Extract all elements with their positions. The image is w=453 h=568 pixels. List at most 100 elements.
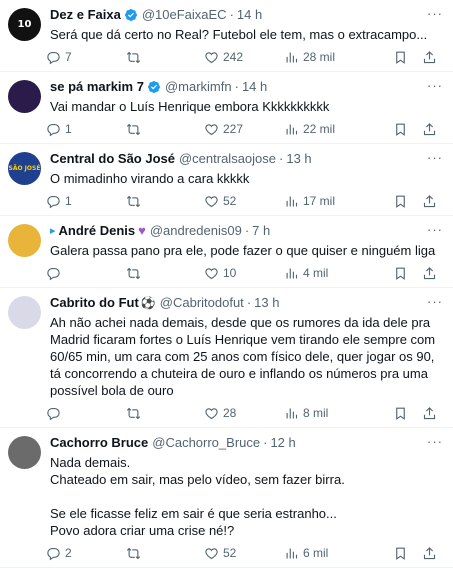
verified-badge-icon xyxy=(147,80,161,94)
author-name[interactable]: Central do São José xyxy=(50,150,175,168)
like-button[interactable]: 242 xyxy=(204,50,284,65)
share-icon[interactable] xyxy=(422,546,437,561)
like-button[interactable]: 28 xyxy=(204,406,284,421)
separator-dot: · xyxy=(229,7,234,22)
views-button[interactable]: 17 mil xyxy=(284,194,370,209)
action-bar-end xyxy=(393,194,437,209)
tweet[interactable]: se pá markim 7 @markimfn · 14 h ··· Vai … xyxy=(0,72,453,144)
author-handle[interactable]: @Cabritodofut xyxy=(160,294,244,312)
tweet[interactable]: Cabrito do Fut ⚽ @Cabritodofut · 13 h ··… xyxy=(0,288,453,428)
author-name[interactable]: André Denis xyxy=(59,222,136,240)
tweet-time[interactable]: 14 h xyxy=(237,6,262,24)
reply-count: 2 xyxy=(65,546,72,560)
tweet-time[interactable]: 13 h xyxy=(286,150,311,168)
tweet[interactable]: ▸ André Denis ♥ @andredenis09 · 7 h ··· G… xyxy=(0,216,453,288)
reply-icon xyxy=(47,123,60,136)
like-button[interactable]: 52 xyxy=(204,546,284,561)
like-count: 10 xyxy=(223,266,237,280)
tweet[interactable]: Cachorro Bruce @Cachorro_Bruce · 12 h ··… xyxy=(0,428,453,568)
more-icon[interactable]: ··· xyxy=(427,434,443,449)
author-name[interactable]: Cabrito do Fut xyxy=(50,294,139,312)
more-icon[interactable]: ··· xyxy=(427,294,443,309)
author-handle[interactable]: @Cachorro_Bruce xyxy=(152,434,260,452)
retweet-button[interactable] xyxy=(126,50,204,65)
action-bar-end xyxy=(393,50,437,65)
bookmark-icon[interactable] xyxy=(393,406,408,421)
like-button[interactable]: 52 xyxy=(204,194,284,209)
tweet-header: Dez e Faixa @10eFaixaEC · 14 h xyxy=(50,6,443,24)
views-icon xyxy=(286,268,298,278)
tweet-time[interactable]: 12 h xyxy=(270,434,295,452)
like-button[interactable]: 10 xyxy=(204,266,284,281)
action-bar-end xyxy=(393,546,437,561)
like-button[interactable]: 227 xyxy=(204,122,284,137)
author-handle[interactable]: @andredenis09 xyxy=(150,222,242,240)
retweet-icon xyxy=(126,547,141,559)
reply-button[interactable]: 7 xyxy=(46,50,126,65)
bookmark-icon[interactable] xyxy=(393,546,408,561)
avatar[interactable] xyxy=(8,436,41,469)
views-count: 6 mil xyxy=(303,546,329,560)
heart-icon xyxy=(205,195,218,207)
retweet-button[interactable] xyxy=(126,266,204,281)
retweet-icon xyxy=(126,123,141,135)
retweet-button[interactable] xyxy=(126,122,204,137)
bookmark-icon[interactable] xyxy=(393,194,408,209)
reply-button[interactable]: 2 xyxy=(46,546,126,561)
views-button[interactable]: 4 mil xyxy=(284,266,370,281)
share-icon[interactable] xyxy=(422,194,437,209)
share-icon[interactable] xyxy=(422,406,437,421)
tweet-time[interactable]: 13 h xyxy=(254,294,279,312)
action-bar-end xyxy=(393,122,437,137)
like-count: 28 xyxy=(223,406,237,420)
share-icon[interactable] xyxy=(422,50,437,65)
avatar[interactable] xyxy=(8,80,41,113)
author-name[interactable]: Dez e Faixa xyxy=(50,6,121,24)
retweet-button[interactable] xyxy=(126,406,204,421)
share-icon[interactable] xyxy=(422,266,437,281)
reply-button[interactable]: 1 xyxy=(46,122,126,137)
more-icon[interactable]: ··· xyxy=(427,222,443,237)
tweet[interactable]: SÃO JOSÉ Central do São José @centralsao… xyxy=(0,144,453,216)
action-bar: 1 52 17 mil xyxy=(46,187,443,215)
tweet-header: se pá markim 7 @markimfn · 14 h xyxy=(50,78,443,96)
bookmark-icon[interactable] xyxy=(393,266,408,281)
retweet-icon xyxy=(126,407,141,419)
author-handle[interactable]: @markimfn xyxy=(165,78,232,96)
reply-button[interactable] xyxy=(46,406,126,421)
avatar[interactable] xyxy=(8,296,41,329)
verified-badge-icon xyxy=(124,8,138,22)
share-icon[interactable] xyxy=(422,122,437,137)
more-icon[interactable]: ··· xyxy=(427,150,443,165)
action-bar-end xyxy=(393,406,437,421)
tweet-time[interactable]: 14 h xyxy=(242,78,267,96)
author-handle[interactable]: @centralsaojose xyxy=(179,150,276,168)
reply-button[interactable]: 1 xyxy=(46,194,126,209)
reply-icon xyxy=(47,195,60,208)
tweet[interactable]: 10 Dez e Faixa @10eFaixaEC · 14 h ··· Se… xyxy=(0,0,453,72)
soccer-ball-icon: ⚽ xyxy=(140,296,156,310)
views-button[interactable]: 22 mil xyxy=(284,122,370,137)
views-button[interactable]: 28 mil xyxy=(284,50,370,65)
reply-icon xyxy=(47,547,60,560)
more-icon[interactable]: ··· xyxy=(427,78,443,93)
bookmark-icon[interactable] xyxy=(393,50,408,65)
author-name[interactable]: se pá markim 7 xyxy=(50,78,144,96)
views-icon xyxy=(286,408,298,418)
reply-button[interactable] xyxy=(46,266,126,281)
views-button[interactable]: 8 mil xyxy=(284,406,370,421)
views-icon xyxy=(286,52,298,62)
more-icon[interactable]: ··· xyxy=(427,6,443,21)
retweet-button[interactable] xyxy=(126,194,204,209)
avatar[interactable]: SÃO JOSÉ xyxy=(8,152,41,185)
avatar[interactable]: 10 xyxy=(8,8,41,41)
tweet-header: Cabrito do Fut ⚽ @Cabritodofut · 13 h xyxy=(50,294,443,312)
views-button[interactable]: 6 mil xyxy=(284,546,370,561)
retweet-button[interactable] xyxy=(126,546,204,561)
views-count: 17 mil xyxy=(303,194,336,208)
tweet-time[interactable]: 7 h xyxy=(252,222,270,240)
author-name[interactable]: Cachorro Bruce xyxy=(50,434,148,452)
avatar[interactable] xyxy=(8,224,41,257)
author-handle[interactable]: @10eFaixaEC xyxy=(142,6,227,24)
bookmark-icon[interactable] xyxy=(393,122,408,137)
